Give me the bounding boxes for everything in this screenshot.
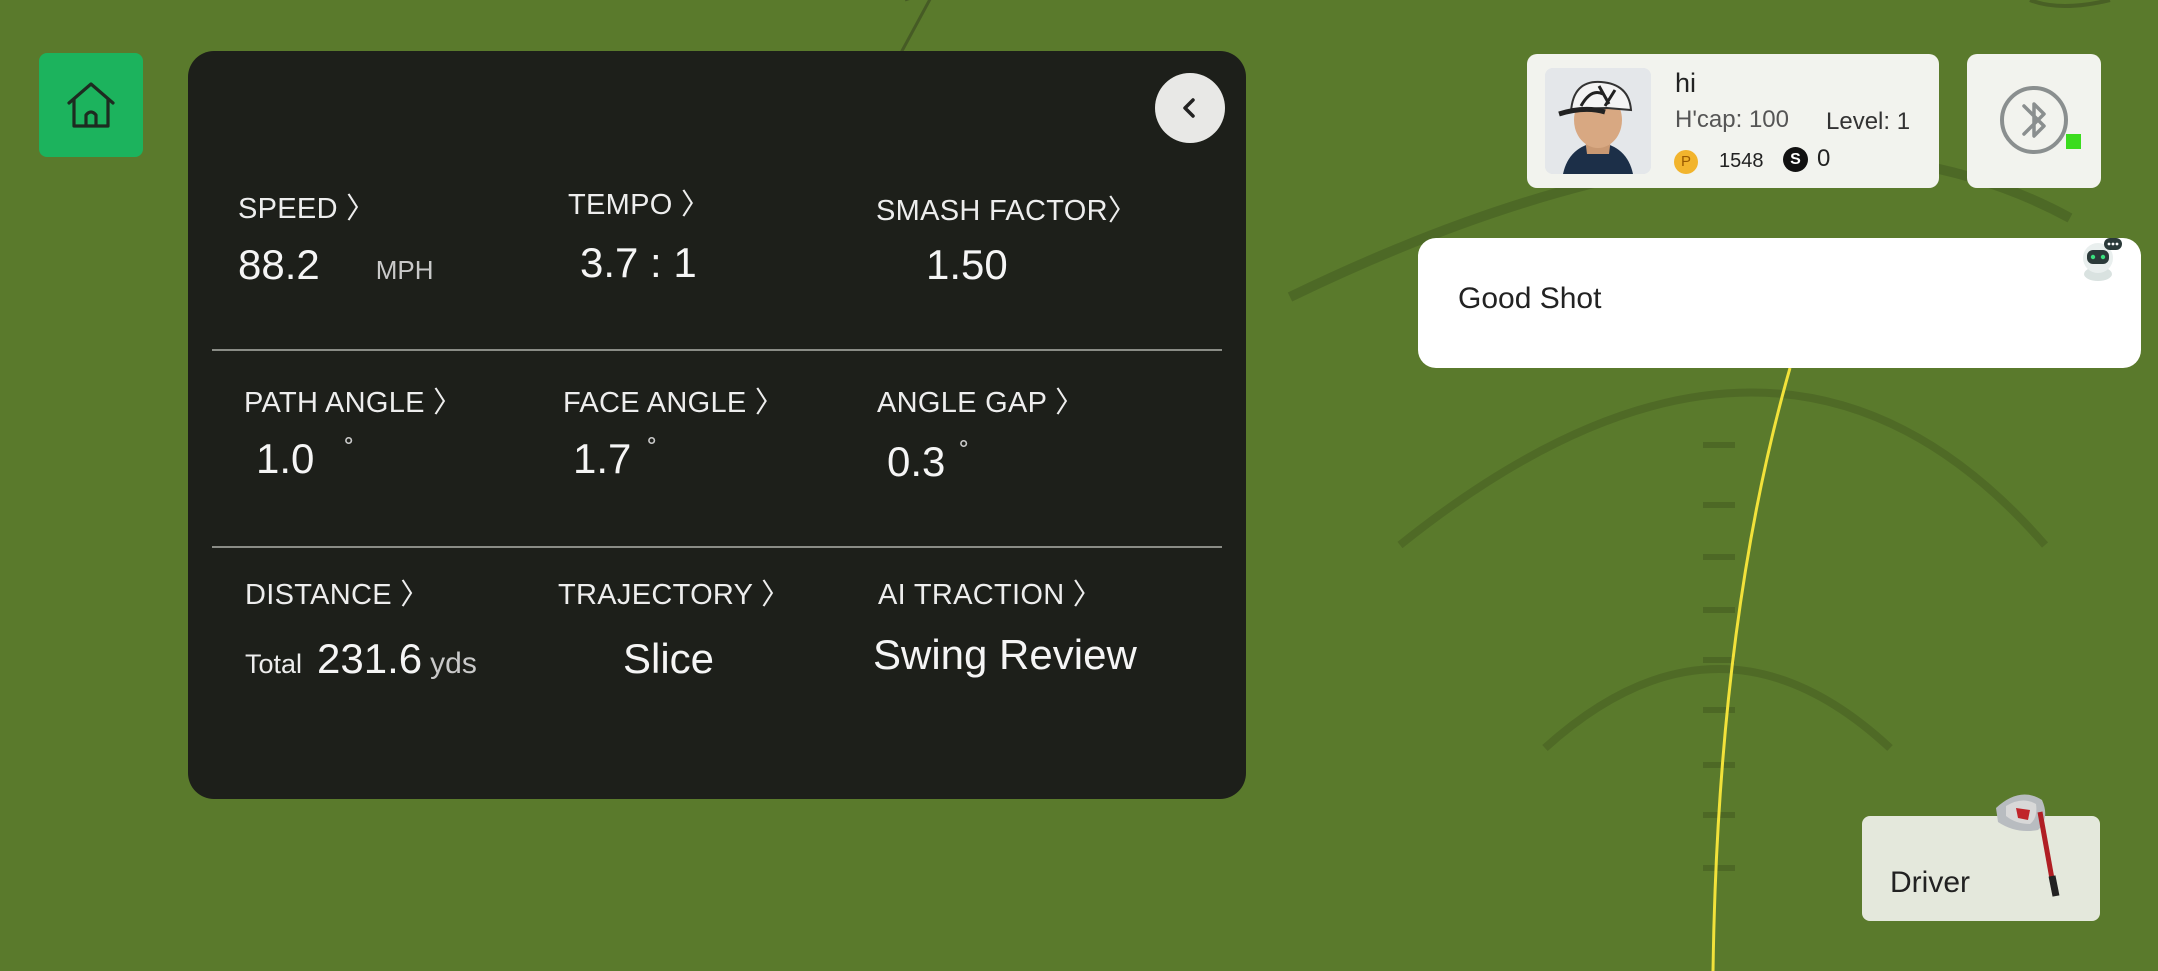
divider: [212, 546, 1222, 548]
message-text: Good Shot: [1458, 282, 1602, 315]
distance-value: 231.6: [317, 635, 423, 682]
smash-factor-metric[interactable]: SMASH FACTOR〉 1.50: [876, 187, 1137, 289]
collapse-panel-button[interactable]: [1155, 73, 1225, 143]
speed-metric[interactable]: SPEED 〉 88.2 MPH: [238, 185, 434, 289]
shot-stats-panel: SPEED 〉 88.2 MPH TEMPO 〉 3.7 : 1 SMASH F…: [188, 51, 1246, 799]
angle-gap-unit: ˚: [959, 438, 970, 471]
path-angle-unit: ˚: [344, 435, 355, 468]
user-name: hi: [1675, 68, 1697, 98]
distance-unit: yds: [430, 647, 477, 680]
points-badge: P: [1674, 150, 1698, 174]
trajectory-label: TRAJECTORY 〉: [558, 579, 791, 611]
home-button[interactable]: [39, 53, 143, 157]
path-angle-metric[interactable]: PATH ANGLE 〉 1.0 ˚: [244, 379, 462, 483]
trajectory-metric[interactable]: TRAJECTORY 〉 Slice: [558, 571, 790, 683]
coins-badge: S: [1783, 147, 1808, 172]
path-angle-label: PATH ANGLE 〉: [244, 387, 463, 419]
coins-value: 0: [1817, 145, 1831, 172]
tempo-value: 3.7 : 1: [580, 239, 697, 286]
user-level: Level: 1: [1826, 108, 1911, 135]
chevron-left-icon: [1183, 98, 1195, 118]
ai-traction-label: AI TRACTION 〉: [878, 579, 1103, 611]
user-handicap: H'cap: 100: [1675, 106, 1789, 133]
golf-driver-icon: [1996, 794, 2060, 897]
user-profile-card[interactable]: hi H'cap: 100 Level: 1 P 1548 S 0: [1527, 54, 1939, 188]
bluetooth-icon: [2000, 86, 2068, 154]
points-value: 1548: [1719, 150, 1764, 172]
distance-label: DISTANCE 〉: [245, 579, 430, 611]
bluetooth-connection-button[interactable]: [1967, 54, 2101, 188]
tempo-metric[interactable]: TEMPO 〉 3.7 : 1: [568, 181, 710, 287]
connection-status-indicator: [2066, 134, 2081, 149]
face-angle-value: 1.7: [573, 435, 632, 482]
face-angle-label: FACE ANGLE 〉: [563, 387, 785, 419]
trajectory-value: Slice: [623, 635, 715, 682]
ai-traction-value: Swing Review: [873, 631, 1137, 678]
tempo-label: TEMPO 〉: [568, 189, 711, 221]
angle-gap-value: 0.3: [887, 438, 946, 485]
angle-gap-label: ANGLE GAP 〉: [877, 387, 1085, 419]
avatar: [1545, 68, 1651, 174]
smash-factor-label: SMASH FACTOR〉: [876, 195, 1138, 227]
angle-gap-metric[interactable]: ANGLE GAP 〉 0.3 ˚: [877, 379, 1084, 486]
robot-icon[interactable]: [2078, 238, 2122, 294]
home-icon: [67, 82, 115, 128]
club-name: Driver: [1890, 866, 1970, 899]
distance-total-label: Total: [245, 649, 303, 679]
divider: [212, 349, 1222, 351]
speed-label: SPEED 〉: [238, 193, 376, 225]
ai-traction-metric[interactable]: AI TRACTION 〉 Swing Review: [873, 571, 1137, 679]
shot-feedback-message: Good Shot: [1418, 238, 2141, 368]
smash-factor-value: 1.50: [926, 241, 1008, 288]
face-angle-unit: ˚: [647, 435, 658, 468]
face-angle-metric[interactable]: FACE ANGLE 〉 1.7 ˚: [563, 379, 784, 483]
speed-value: 88.2: [238, 241, 320, 288]
path-angle-value: 1.0: [256, 435, 315, 482]
speed-unit: MPH: [375, 255, 434, 285]
distance-metric[interactable]: DISTANCE 〉 Total 231.6 yds: [245, 571, 477, 683]
